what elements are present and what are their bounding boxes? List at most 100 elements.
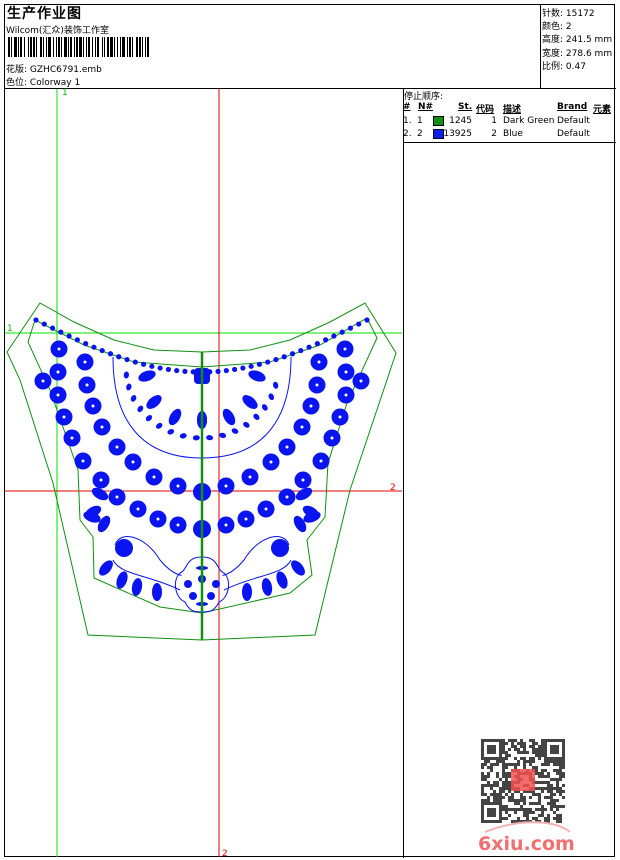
stitch-dash [219,432,227,439]
qr-module [502,766,505,769]
qr-module [562,766,565,769]
qr-module [538,781,541,784]
stitch-dot [240,365,246,371]
qr-module [511,739,514,742]
stitch-dot [83,341,89,347]
qr-module [496,781,499,784]
qr-module [505,778,508,781]
qr-module [505,742,508,745]
qr-module [511,793,514,796]
qr-module [532,742,535,745]
qr-module [556,763,559,766]
qr-module [499,796,502,799]
qr-module [556,814,559,817]
qr-module [481,763,484,766]
stitch-dot [306,344,312,350]
qr-module [493,751,496,754]
stitch-circle-highlight [285,495,289,499]
qr-module [556,769,559,772]
stitch-dot [124,356,130,363]
qr-module [544,754,547,757]
qr-module [559,760,562,763]
stitch-circle-highlight [176,484,180,488]
qr-module [493,802,496,805]
qr-module [538,796,541,799]
stitch-circle-highlight [224,523,228,527]
qr-module [547,814,550,817]
qr-module [514,811,517,814]
qr-module [499,820,502,823]
stitch-circle-highlight [99,478,103,482]
qr-module [487,739,490,742]
qr-module [484,793,487,796]
qr-module [553,745,556,748]
qr-module [523,811,526,814]
qr-module [508,739,511,742]
qr-module [484,763,487,766]
stitch-dot [356,321,362,327]
qr-module [487,760,490,763]
stitch-circle-highlight [70,436,74,440]
qr-module [502,739,505,742]
qr-module [547,796,550,799]
qr-module [487,820,490,823]
qr-module [481,748,484,751]
qr-module [484,799,487,802]
qr-module [499,811,502,814]
qr-module [499,742,502,745]
qr-module [487,796,490,799]
qr-module [526,751,529,754]
qr-module [502,757,505,760]
stitch-circle-highlight [83,360,87,364]
stitch-circle-highlight [359,379,363,383]
stitch-dot [132,359,138,365]
stitch-leaf [131,578,143,596]
qr-module [508,799,511,802]
qr-module [493,748,496,751]
qr-module [511,808,514,811]
qr-module [493,814,496,817]
qr-module [520,808,523,811]
qr-module [550,739,553,742]
stitch-circle-highlight [319,459,323,463]
qr-module [499,745,502,748]
stitch-circle-highlight [136,507,140,511]
qr-module [481,802,484,805]
stitch-dot [331,333,337,339]
qr-module [520,793,523,796]
qr-module [562,754,565,757]
stitch-dot [184,580,192,588]
qr-module [544,775,547,778]
stitch-circle-highlight [224,484,228,488]
qr-module [529,808,532,811]
stitch-dot [323,337,329,343]
qr-module [487,811,490,814]
qr-module [496,802,499,805]
stitch-circle-highlight [131,460,135,464]
qr-module [499,814,502,817]
qr-module [514,808,517,811]
qr-module [499,793,502,796]
qr-module [523,763,526,766]
qr-module [553,817,556,820]
qr-module [535,754,538,757]
qr-module [538,754,541,757]
stitch-dot [58,329,64,335]
qr-module [553,802,556,805]
qr-module [526,811,529,814]
qr-module [541,790,544,793]
stitch-dot [157,365,163,371]
qr-module [499,805,502,808]
qr-module [511,820,514,823]
stitch-dash [145,415,153,422]
qr-module [520,751,523,754]
qr-module [532,760,535,763]
qr-module [532,748,535,751]
qr-module [502,817,505,820]
qr-module [550,796,553,799]
qr-module [508,781,511,784]
qr-module [493,808,496,811]
qr-module [499,802,502,805]
qr-module [547,802,550,805]
stitch-leaf [168,408,182,426]
